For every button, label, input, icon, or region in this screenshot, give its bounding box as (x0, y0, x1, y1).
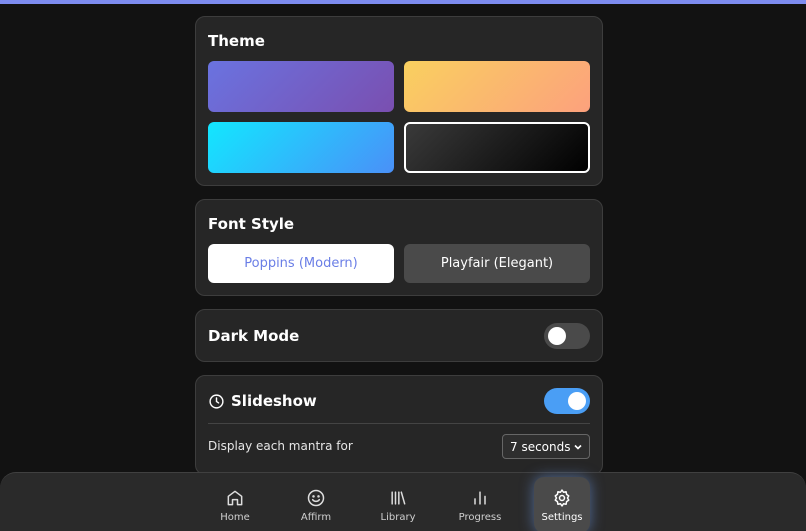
divider (208, 423, 590, 424)
nav-item-affirm[interactable]: Affirm (288, 477, 344, 531)
dark-mode-label: Dark Mode (208, 327, 300, 345)
font-style-card: Font Style Poppins (Modern) Playfair (El… (195, 199, 603, 296)
nav-item-home[interactable]: Home (207, 477, 263, 531)
theme-card: Theme (195, 16, 603, 186)
slideshow-label: Slideshow (231, 392, 317, 410)
clock-icon (208, 393, 225, 414)
nav-label: Settings (541, 511, 583, 523)
nav-label: Home (220, 511, 250, 523)
toggle-knob (568, 392, 586, 410)
theme-swatch-sunset[interactable] (404, 61, 590, 112)
toggle-knob (548, 327, 566, 345)
nav-item-settings[interactable]: Settings (534, 477, 590, 531)
select-value: 7 seconds (510, 439, 571, 454)
font-option-playfair[interactable]: Playfair (Elegant) (404, 244, 590, 283)
nav-label: Affirm (300, 511, 332, 523)
nav-item-library[interactable]: Library (370, 477, 426, 531)
home-icon (227, 490, 243, 505)
top-accent-bar (0, 0, 806, 4)
bar-chart-icon (474, 490, 486, 505)
bottom-nav: Home Affirm Library Progress Settings (0, 472, 806, 531)
slideshow-duration-select[interactable]: 7 seconds (502, 434, 590, 459)
nav-item-progress[interactable]: Progress (452, 477, 508, 531)
chevron-down-icon (573, 441, 583, 455)
gear-icon (554, 488, 570, 507)
font-style-title: Font Style (208, 215, 295, 233)
theme-swatch-ocean[interactable] (208, 122, 394, 173)
dark-mode-toggle[interactable] (544, 323, 590, 349)
slideshow-toggle[interactable] (544, 388, 590, 414)
font-option-poppins[interactable]: Poppins (Modern) (208, 244, 394, 283)
smile-icon (307, 489, 325, 506)
theme-swatch-purple[interactable] (208, 61, 394, 112)
slideshow-card: Slideshow Display each mantra for 7 seco… (195, 375, 603, 475)
nav-label: Progress (458, 511, 502, 523)
theme-swatch-dark[interactable] (404, 122, 590, 173)
library-icon (391, 490, 406, 505)
theme-title: Theme (208, 32, 265, 50)
nav-label: Library (380, 511, 416, 523)
slideshow-duration-label: Display each mantra for (208, 439, 353, 453)
dark-mode-card: Dark Mode (195, 309, 603, 362)
